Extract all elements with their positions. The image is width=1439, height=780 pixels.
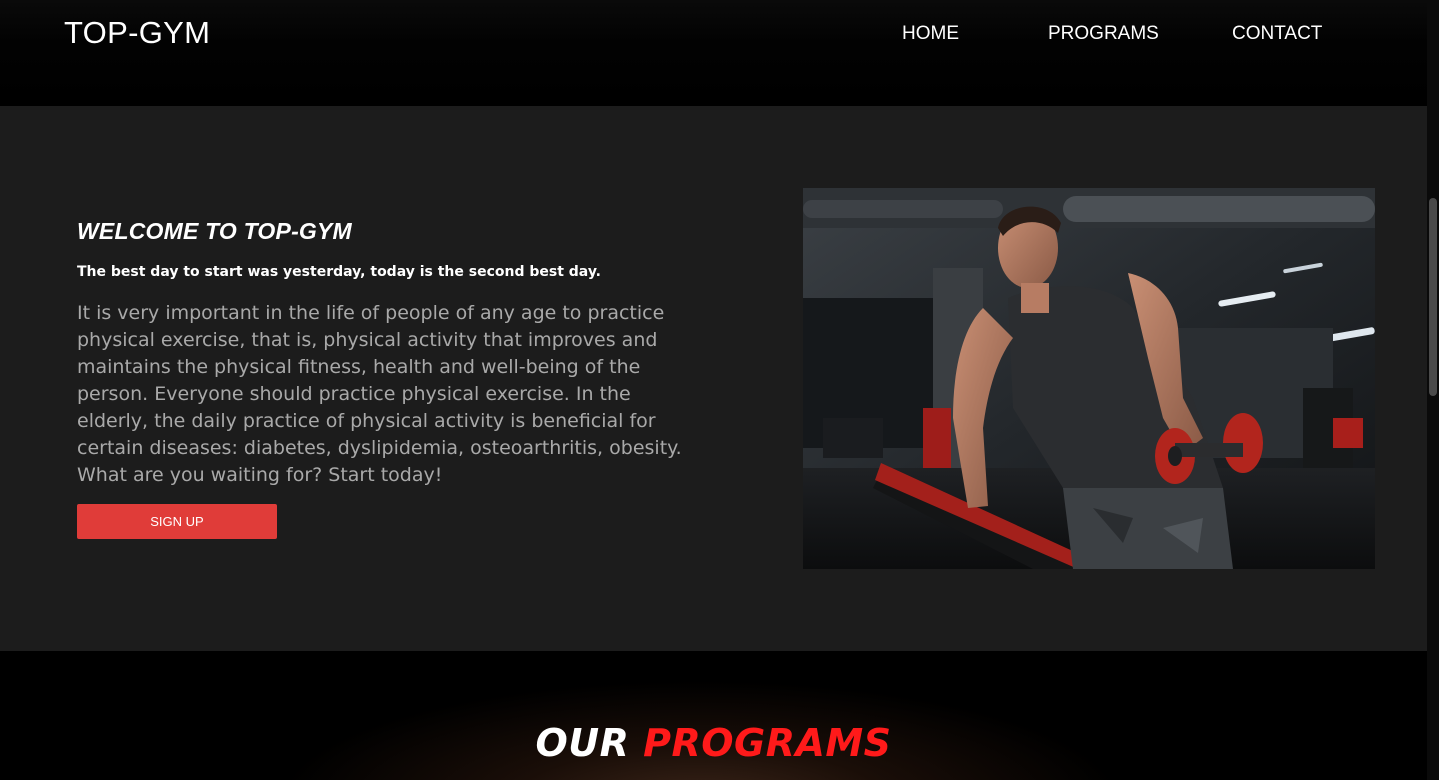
programs-section: OUR PROGRAMS [0,651,1427,780]
programs-heading-our: OUR [535,721,630,765]
hero-call-to-action: What are you waiting for? Start today! [77,464,443,486]
nav-home-link[interactable]: HOME [902,23,959,45]
site-logo[interactable]: TOP-GYM [64,15,210,51]
hero-body-text: It is very important in the life of peop… [77,300,687,489]
scrollbar-thumb[interactable] [1429,198,1437,396]
page: TOP-GYM HOME PROGRAMS CONTACT WELCOME TO… [0,0,1439,780]
programs-heading: OUR PROGRAMS [0,721,1427,765]
page-scrollbar[interactable] [1427,0,1439,780]
site-header: TOP-GYM HOME PROGRAMS CONTACT [0,0,1427,106]
gym-athlete-photo [803,188,1375,569]
hero-body-paragraph: It is very important in the life of peop… [77,302,682,459]
nav-contact-link[interactable]: CONTACT [1232,23,1322,45]
hero-subtitle: The best day to start was yesterday, tod… [77,264,601,280]
hero-title: WELCOME TO TOP-GYM [77,218,352,244]
sign-up-button[interactable]: SIGN UP [77,504,277,539]
hero-section: WELCOME TO TOP-GYM The best day to start… [0,106,1427,651]
nav-programs-link[interactable]: PROGRAMS [1048,23,1159,45]
programs-heading-programs: PROGRAMS [643,721,892,765]
